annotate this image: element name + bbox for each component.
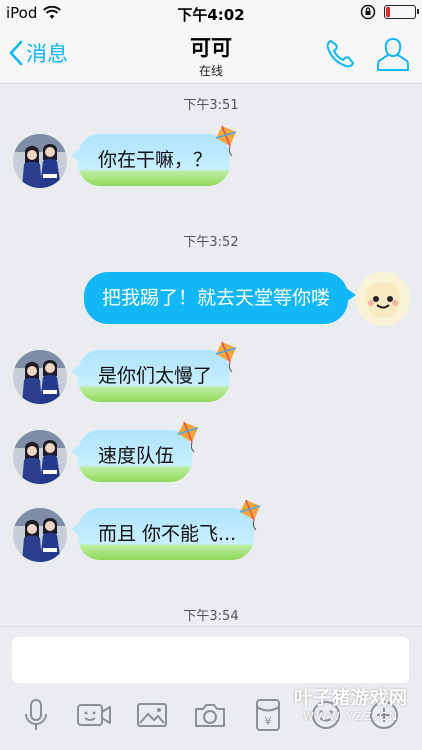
- kite-decoration-icon: [215, 125, 237, 157]
- watermark-main: 叶子猪游戏网: [294, 688, 408, 709]
- contact-avatar[interactable]: [13, 134, 67, 188]
- kite-decoration-icon: [177, 421, 199, 453]
- kite-decoration-icon: [215, 341, 237, 373]
- camera-icon: [195, 704, 225, 727]
- profile-button[interactable]: [376, 36, 410, 78]
- video-button[interactable]: [76, 697, 112, 733]
- message-bubble-incoming[interactable]: 你在干嘛，？: [70, 134, 231, 186]
- message-input[interactable]: [12, 637, 409, 683]
- svg-text:¥: ¥: [265, 715, 272, 728]
- message-text: 你在干嘛，？: [98, 149, 213, 171]
- person-icon: [377, 37, 409, 71]
- red-packet-icon: ¥: [256, 699, 280, 731]
- video-icon: [77, 704, 111, 726]
- my-avatar[interactable]: [356, 272, 410, 326]
- message-text: 把我踢了！就去天堂等你喽: [101, 287, 330, 309]
- timestamp: 下午3:54: [183, 609, 239, 624]
- image-button[interactable]: [134, 697, 170, 733]
- contact-avatar[interactable]: [13, 350, 67, 404]
- voice-button[interactable]: [18, 697, 54, 733]
- battery-fill: [386, 7, 390, 17]
- message-text: 速度队伍: [98, 445, 175, 467]
- contact-name: 可可: [190, 36, 232, 60]
- message-text: 是你们太慢了: [98, 365, 213, 387]
- battery-icon: [384, 5, 419, 19]
- nav-bar: 消息 可可 在线: [0, 26, 422, 84]
- timestamp: 下午3:52: [183, 235, 239, 250]
- contact-avatar[interactable]: [13, 508, 67, 562]
- watermark-sub: WWW.YZZ.CN: [302, 710, 400, 723]
- status-time: 下午4:02: [177, 6, 245, 24]
- red-packet-button[interactable]: ¥: [250, 697, 286, 733]
- message-bubble-incoming[interactable]: 而且 你不能飞...: [70, 508, 255, 560]
- message-text: 而且 你不能飞...: [98, 523, 237, 545]
- call-button[interactable]: [324, 38, 356, 74]
- kite-decoration-icon: [239, 499, 261, 531]
- online-status: 在线: [198, 64, 223, 78]
- image-icon: [137, 703, 167, 727]
- message-bubble-outgoing[interactable]: 把我踢了！就去天堂等你喽: [83, 272, 357, 324]
- microphone-icon: [25, 699, 47, 730]
- watermark: 叶子猪游戏网 WWW.YZZ.CN: [294, 684, 408, 723]
- phone-icon: [326, 40, 354, 68]
- timestamp: 下午3:51: [183, 98, 239, 113]
- camera-button[interactable]: [192, 697, 228, 733]
- contact-avatar[interactable]: [13, 430, 67, 484]
- rotation-lock-icon: [360, 4, 376, 20]
- message-bubble-incoming[interactable]: 是你们太慢了: [70, 350, 231, 402]
- status-bar: iPod 下午4:02: [0, 0, 422, 26]
- status-right: [360, 4, 419, 20]
